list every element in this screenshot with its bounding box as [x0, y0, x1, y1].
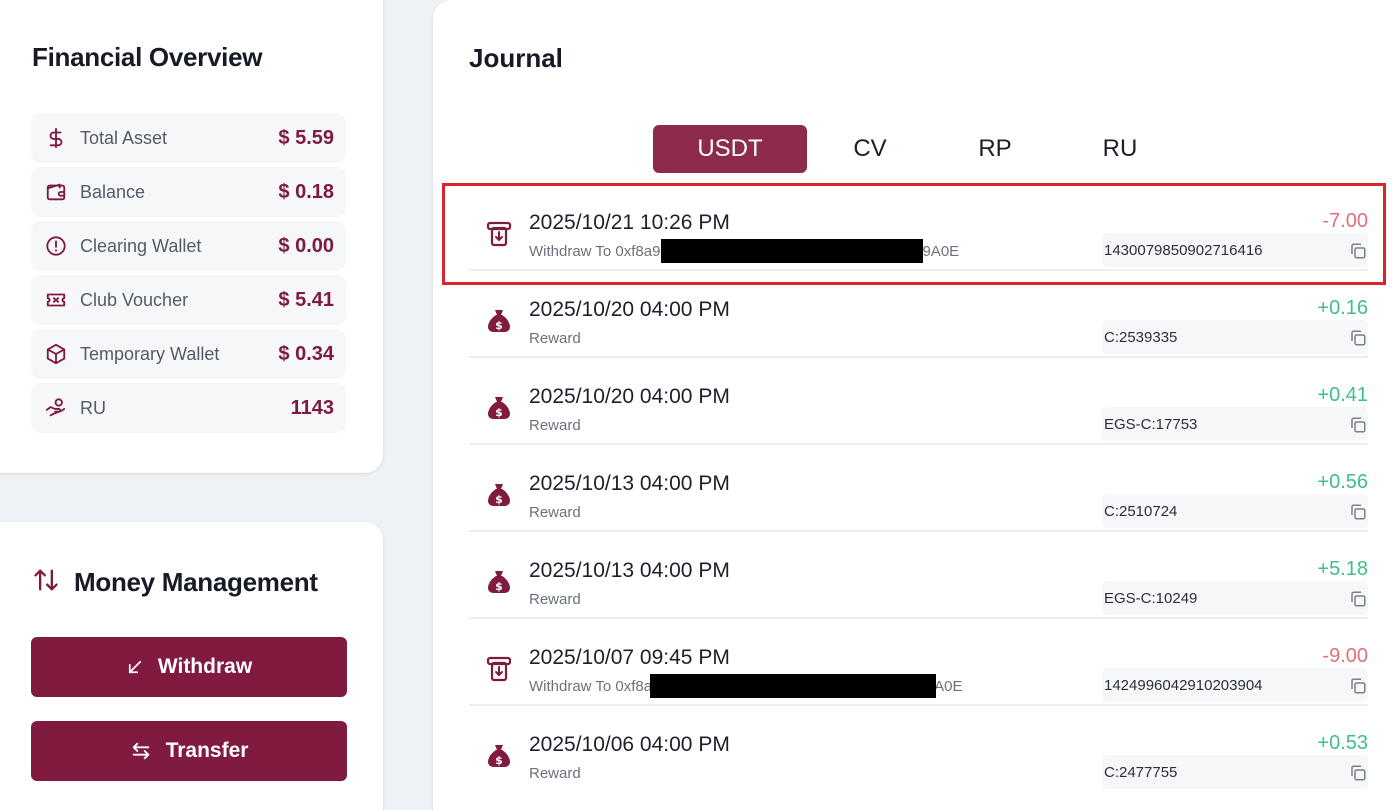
- entry-reference: EGS-C:10249: [1102, 581, 1368, 615]
- total-asset-label: Total Asset: [80, 127, 168, 148]
- withdraw-button[interactable]: Withdraw: [31, 637, 347, 697]
- entry-amount: +0.56: [1317, 471, 1368, 493]
- money-management-card: Money Management Withdraw Transfer: [0, 522, 383, 810]
- copy-icon[interactable]: [1349, 590, 1367, 608]
- ru-value: 1143: [290, 396, 334, 419]
- money-bag-icon: $: [488, 310, 510, 332]
- entry-amount: -9.00: [1322, 645, 1368, 667]
- svg-text:$: $: [495, 754, 503, 767]
- money-bag-icon: $: [488, 745, 510, 767]
- svg-text:$: $: [495, 493, 503, 506]
- redacted-address: [650, 674, 936, 698]
- entry-date: 2025/10/13 04:00 PM: [529, 559, 730, 582]
- clearing-wallet-row: Clearing Wallet $ 0.00: [31, 221, 346, 271]
- entry-amount: +0.41: [1317, 384, 1368, 406]
- journal-entry[interactable]: $ 2025/10/13 04:00 PM Reward +5.18 EGS-C…: [469, 533, 1368, 619]
- arrow-down-left-icon: [126, 658, 144, 676]
- entry-date: 2025/10/13 04:00 PM: [529, 472, 730, 495]
- entry-date: 2025/10/07 09:45 PM: [529, 646, 730, 669]
- journal-entry[interactable]: $ 2025/10/13 04:00 PM Reward +0.56 C:251…: [469, 446, 1368, 532]
- money-bag-icon: $: [488, 484, 510, 506]
- copy-icon[interactable]: [1349, 677, 1367, 695]
- copy-icon[interactable]: [1349, 503, 1367, 521]
- dollar-icon: [45, 127, 67, 149]
- journal-entry[interactable]: $ 2025/10/20 04:00 PM Reward +0.41 EGS-C…: [469, 359, 1368, 445]
- total-asset-value: $ 5.59: [278, 126, 334, 149]
- journal-title: Journal: [469, 43, 563, 73]
- financial-overview-title: Financial Overview: [32, 42, 263, 72]
- ticket-icon: [45, 289, 67, 311]
- ru-label: RU: [80, 397, 106, 418]
- highlight-box: [442, 183, 1386, 285]
- entry-description: Reward: [529, 765, 581, 782]
- sort-arrows-icon: [32, 566, 60, 599]
- entry-amount: +5.18: [1317, 558, 1368, 580]
- balance-row: Balance $ 0.18: [31, 167, 346, 217]
- entry-date: 2025/10/20 04:00 PM: [529, 385, 730, 408]
- svg-text:$: $: [495, 319, 503, 332]
- journal-entry[interactable]: 2025/10/07 09:45 PM Withdraw To 0xf8a A0E…: [469, 620, 1368, 706]
- wallet-icon: [45, 181, 67, 203]
- transfer-button[interactable]: Transfer: [31, 721, 347, 781]
- money-bag-icon: $: [488, 397, 510, 419]
- alert-circle-icon: [45, 235, 67, 257]
- transfer-label: Transfer: [165, 739, 249, 762]
- temporary-wallet-row: Temporary Wallet $ 0.34: [31, 329, 346, 379]
- clearing-wallet-label: Clearing Wallet: [80, 235, 202, 256]
- entry-date: 2025/10/20 04:00 PM: [529, 298, 730, 321]
- entry-reference: C:2510724: [1102, 494, 1368, 528]
- balance-value: $ 0.18: [278, 180, 334, 203]
- tab-usdt[interactable]: USDT: [653, 125, 807, 173]
- temporary-wallet-value: $ 0.34: [278, 342, 334, 365]
- ru-row: RU 1143: [31, 383, 346, 433]
- atm-withdraw-icon: [486, 656, 512, 682]
- hand-coins-icon: [45, 397, 67, 419]
- money-management-title: Money Management: [74, 567, 318, 597]
- entry-amount: +0.16: [1317, 297, 1368, 319]
- copy-icon[interactable]: [1349, 329, 1367, 347]
- entry-description: Reward: [529, 330, 581, 347]
- total-asset-row: Total Asset $ 5.59: [31, 113, 346, 163]
- swap-arrows-icon: [130, 740, 152, 762]
- journal-entry[interactable]: $ 2025/10/06 04:00 PM Reward +0.53 C:247…: [469, 707, 1368, 793]
- entry-description: Reward: [529, 591, 581, 608]
- box-icon: [45, 343, 67, 365]
- entry-reference: 1424996042910203904: [1102, 668, 1368, 702]
- money-bag-icon: $: [488, 571, 510, 593]
- copy-icon[interactable]: [1349, 764, 1367, 782]
- club-voucher-value: $ 5.41: [278, 288, 334, 311]
- entry-description: Reward: [529, 504, 581, 521]
- entry-amount: +0.53: [1317, 732, 1368, 754]
- svg-text:$: $: [495, 406, 503, 419]
- entry-description: Reward: [529, 417, 581, 434]
- financial-overview-card: Financial Overview Total Asset $ 5.59 Ba…: [0, 0, 383, 473]
- copy-icon[interactable]: [1349, 416, 1367, 434]
- club-voucher-label: Club Voucher: [80, 289, 189, 310]
- clearing-wallet-value: $ 0.00: [278, 234, 334, 257]
- withdraw-label: Withdraw: [157, 655, 253, 678]
- tab-ru[interactable]: RU: [1043, 125, 1197, 173]
- money-management-header: Money Management: [32, 566, 318, 599]
- entry-reference: EGS-C:17753: [1102, 407, 1368, 441]
- temporary-wallet-label: Temporary Wallet: [80, 343, 220, 364]
- entry-reference: C:2477755: [1102, 755, 1368, 789]
- club-voucher-row: Club Voucher $ 5.41: [31, 275, 346, 325]
- balance-label: Balance: [80, 181, 146, 202]
- entry-reference: C:2539335: [1102, 320, 1368, 354]
- entry-date: 2025/10/06 04:00 PM: [529, 733, 730, 756]
- svg-text:$: $: [495, 580, 503, 593]
